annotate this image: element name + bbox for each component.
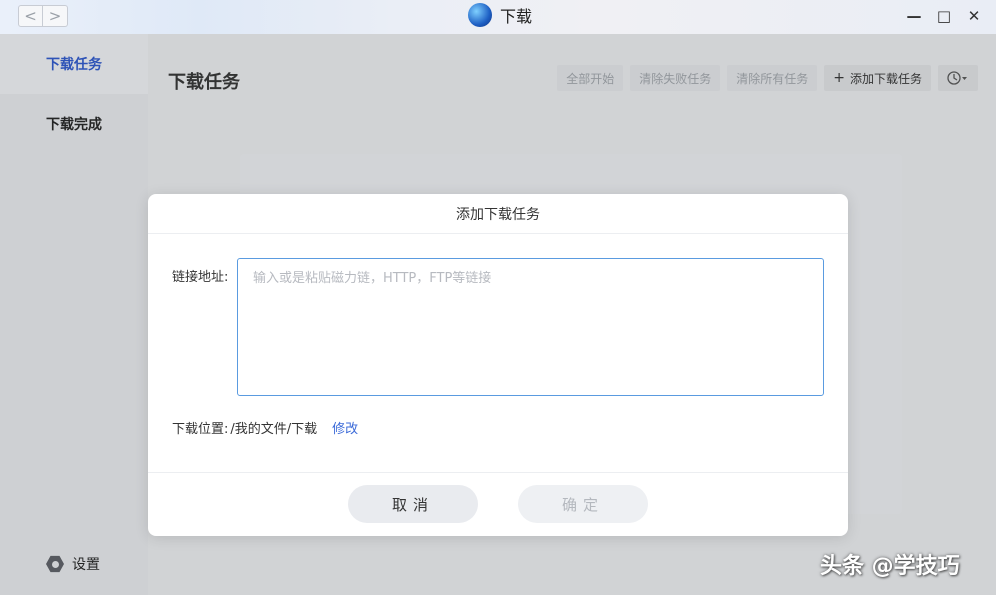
maximize-button[interactable]: □: [936, 6, 952, 26]
app-title-text: 下载: [500, 7, 533, 26]
url-input[interactable]: [237, 258, 824, 396]
close-button[interactable]: ✕: [966, 6, 982, 26]
app-title: 下载: [468, 3, 532, 27]
url-label: 链接地址:: [172, 270, 229, 285]
dialog-title: 添加下载任务: [148, 194, 848, 234]
confirm-button[interactable]: 确定: [518, 485, 648, 523]
app-logo-icon: [468, 3, 492, 27]
location-label: 下载位置:: [172, 422, 229, 437]
download-location-row: 下载位置: /我的文件/下载 修改: [172, 418, 358, 437]
cancel-button[interactable]: 取消: [348, 485, 478, 523]
dialog-footer: 取消 确定: [148, 472, 848, 536]
minimize-button[interactable]: —: [906, 6, 922, 26]
window-controls: — □ ✕: [906, 6, 982, 26]
nav-buttons: < >: [18, 5, 68, 27]
add-task-dialog: 添加下载任务 链接地址: 下载位置: /我的文件/下载 修改 取消 确定: [148, 194, 848, 536]
change-location-link[interactable]: 修改: [332, 418, 358, 437]
watermark-text: 头条 @学技巧: [820, 554, 960, 579]
location-path: /我的文件/下载: [230, 422, 318, 437]
back-button[interactable]: <: [18, 5, 43, 27]
forward-button[interactable]: >: [43, 5, 68, 27]
title-bar: < > 下载 — □ ✕: [0, 0, 996, 34]
